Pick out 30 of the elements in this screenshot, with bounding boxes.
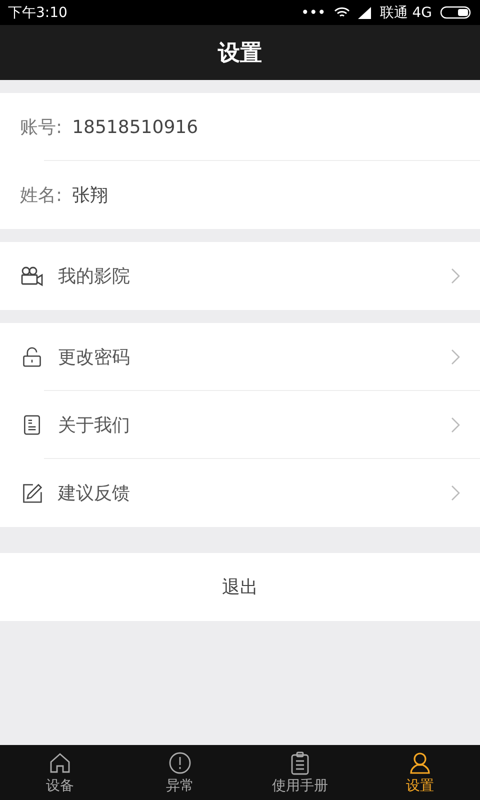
battery-icon: [440, 6, 472, 19]
field-value: 张翔: [72, 184, 108, 207]
person-icon: [408, 750, 432, 774]
menu-item[interactable]: 更改密码: [0, 323, 480, 391]
tab-item[interactable]: 设备: [0, 745, 120, 800]
status-time: 下午3:10: [8, 4, 68, 22]
carrier-label: 联通 4G: [380, 4, 432, 22]
tab-item[interactable]: 设置: [360, 745, 480, 800]
menu-item[interactable]: 建议反馈: [0, 459, 480, 527]
chevron-right-icon: [451, 268, 460, 284]
logout-button[interactable]: 退出: [0, 553, 480, 621]
video-camera-icon: [20, 265, 44, 287]
more-dots: •••: [301, 4, 326, 20]
tab-item[interactable]: 使用手册: [240, 745, 360, 800]
chevron-right-icon: [451, 485, 460, 501]
tab-item[interactable]: 异常: [120, 745, 240, 800]
field-label: 姓名:: [20, 184, 62, 207]
chevron-right-icon: [451, 417, 460, 433]
wifi-icon: [334, 6, 350, 19]
pencil-edit-icon: [20, 482, 44, 504]
signal-icon: [358, 6, 372, 18]
field-value: 18518510916: [72, 116, 198, 138]
unlocked-padlock-icon: [20, 346, 44, 368]
home-icon: [48, 750, 72, 774]
menu-item[interactable]: 我的影院: [0, 242, 480, 310]
alert-icon: [168, 750, 192, 774]
chevron-right-icon: [451, 349, 460, 365]
menu-item[interactable]: 关于我们: [0, 391, 480, 459]
page-title: 设置: [218, 40, 262, 68]
field-label: 账号:: [20, 116, 62, 139]
